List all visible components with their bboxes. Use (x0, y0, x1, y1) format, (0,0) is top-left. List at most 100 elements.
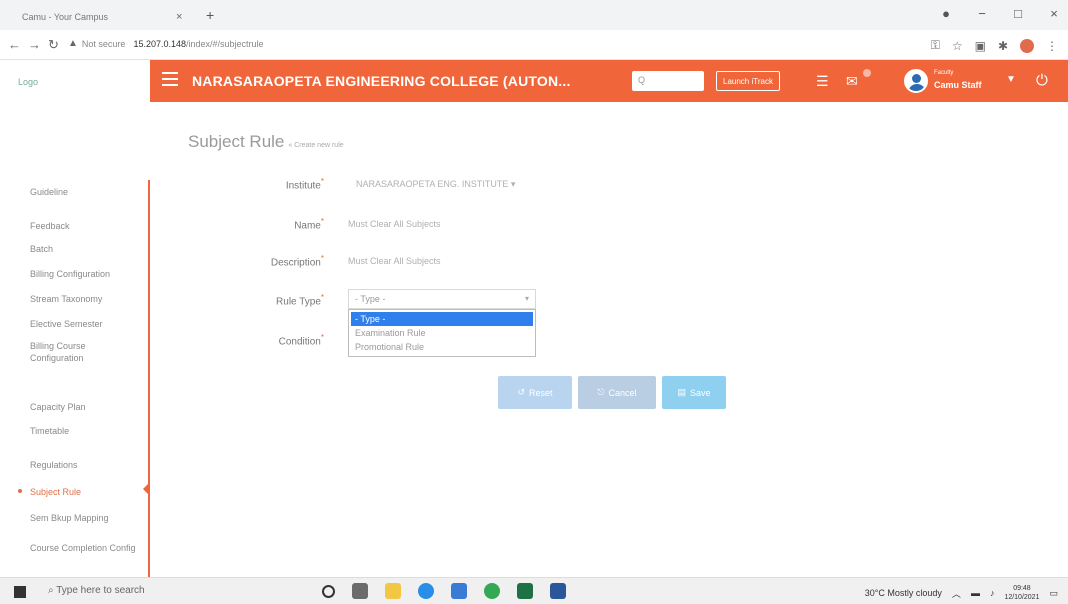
institute-select[interactable]: NARASARAOPETA ENG. INSTITUTE ▾ (356, 179, 515, 190)
minimize-button[interactable]: − (974, 6, 990, 21)
mail-icon[interactable]: ✉ (846, 73, 858, 90)
list-icon[interactable]: ☰ (816, 73, 829, 90)
puzzle-icon[interactable]: ✱ (998, 39, 1008, 53)
clock-date: 12/10/2021 (1004, 594, 1040, 601)
reload-icon[interactable]: ↻ (48, 37, 59, 53)
chevron-down-icon: ▾ (524, 294, 529, 303)
dropdown-option-examination-rule[interactable]: Examination Rule (349, 326, 535, 340)
active-pointer (143, 482, 150, 496)
clock[interactable]: 09:48 12/10/2021 (1004, 584, 1039, 602)
description-label: Description* (204, 254, 324, 268)
reset-button[interactable]: ↺ Reset (498, 376, 572, 409)
excel-icon[interactable] (517, 583, 533, 599)
save-button[interactable]: ▤ Save (662, 376, 726, 409)
sidebar: Guideline Feedback Batch Billing Configu… (0, 102, 150, 577)
sidebar-item-course-completion-config[interactable]: Course Completion Config (30, 542, 140, 554)
volume-icon[interactable]: ♪ (990, 588, 995, 598)
name-label: Name* (204, 217, 324, 231)
page-title: Subject Rule « Create new rule (188, 132, 344, 152)
hamburger-menu-icon[interactable] (162, 72, 178, 86)
extension-icon[interactable]: ▣ (975, 39, 986, 53)
url-path: /index/#/subjectrule (186, 38, 264, 49)
cancel-label: Cancel (608, 387, 637, 398)
chrome-icon[interactable] (484, 583, 500, 599)
avatar[interactable] (904, 69, 928, 93)
description-input[interactable]: Must Clear All Subjects (348, 256, 441, 266)
sidebar-item-sem-bkup-mapping[interactable]: Sem Bkup Mapping (30, 512, 140, 524)
sidebar-item-guideline[interactable]: Guideline (30, 186, 140, 198)
main-content: Subject Rule « Create new rule Institute*… (150, 102, 1068, 577)
edge-icon[interactable] (418, 583, 434, 599)
account-icon[interactable]: ● (938, 6, 954, 21)
browser-tab[interactable]: Camu - Your Campus × (22, 4, 212, 30)
app-header: NARASARAOPETA ENGINEERING COLLEGE (AUTON… (150, 60, 1068, 102)
tab-close-icon[interactable]: × (176, 11, 182, 23)
chevron-up-icon[interactable]: ︿ (952, 587, 961, 600)
sidebar-item-elective-semester[interactable]: Elective Semester (30, 318, 140, 330)
user-name[interactable]: Camu Staff (934, 80, 982, 90)
notification-icon[interactable]: ▭ (1049, 588, 1058, 599)
sidebar-item-feedback[interactable]: Feedback (30, 220, 140, 232)
sidebar-item-billing-course-configuration[interactable]: Billing Course Configuration (30, 340, 140, 364)
description-label-text: Description (270, 257, 321, 269)
cortana-icon[interactable] (322, 585, 335, 598)
name-input[interactable]: Must Clear All Subjects (348, 219, 441, 229)
sidebar-item-billing-configuration[interactable]: Billing Configuration (30, 268, 140, 280)
profile-icon[interactable] (1020, 38, 1034, 53)
maximize-button[interactable]: □ (1010, 6, 1026, 21)
task-view-icon[interactable] (352, 583, 368, 599)
reset-label: Reset (529, 387, 553, 398)
dropdown-option-type[interactable]: - Type - (351, 312, 533, 326)
required-mark: * (320, 217, 324, 226)
active-bullet-icon (18, 489, 22, 493)
power-icon[interactable]: ⏻ (1036, 72, 1048, 89)
rule-type-dropdown: - Type - Examination Rule Promotional Ru… (348, 309, 536, 357)
rule-type-label-text: Rule Type (276, 296, 321, 308)
search-icon: ⌕ (48, 585, 57, 596)
rule-type-select[interactable]: - Type - ▾ (348, 289, 536, 309)
required-mark: * (320, 293, 324, 302)
new-tab-button[interactable]: + (206, 7, 214, 23)
sidebar-item-batch[interactable]: Batch (30, 243, 140, 255)
save-label: Save (690, 387, 711, 398)
key-icon[interactable]: ⚿ (931, 38, 940, 53)
taskbar-apps (322, 583, 566, 599)
required-mark: * (320, 254, 324, 263)
header-search-input[interactable]: Q (632, 71, 704, 91)
warning-icon: ▲ (68, 38, 78, 49)
launch-itrack-button[interactable]: Launch iTrack (716, 71, 780, 91)
back-icon[interactable]: ← (8, 37, 21, 52)
clock-time: 09:48 (1013, 585, 1031, 592)
word-icon[interactable] (550, 583, 566, 599)
file-explorer-icon[interactable] (385, 583, 401, 599)
weather-widget[interactable]: 30°C Mostly cloudy (865, 588, 942, 598)
network-icon[interactable]: ▬ (971, 588, 980, 598)
reset-icon: ↺ (517, 387, 526, 397)
chevron-down-icon[interactable]: ▼ (1006, 74, 1016, 85)
institute-label: Institute* (204, 177, 324, 191)
windows-start-icon[interactable] (14, 586, 26, 598)
browser-toolbar-icons: ⚿ ☆ ▣ ✱ ⋮ (931, 38, 1058, 53)
rule-type-value: - Type - (355, 294, 386, 304)
institute-label-text: Institute (285, 180, 321, 192)
star-icon[interactable]: ☆ (952, 39, 963, 53)
menu-dots-icon[interactable]: ⋮ (1046, 39, 1058, 53)
required-mark: * (320, 177, 324, 186)
store-icon[interactable] (451, 583, 467, 599)
condition-label: Condition* (204, 333, 324, 347)
taskbar-search-input[interactable]: ⌕ Type here to search (48, 585, 145, 596)
forward-icon[interactable]: → (28, 37, 41, 52)
sidebar-item-regulations[interactable]: Regulations (30, 459, 140, 471)
cancel-button[interactable]: ⎋ Cancel (578, 376, 656, 409)
address-bar[interactable]: ▲ Not secure 15.207.0.148/index/#/subjec… (68, 38, 264, 49)
taskbar-search-placeholder: Type here to search (56, 585, 145, 596)
rule-type-label: Rule Type* (204, 293, 324, 307)
sidebar-item-subject-rule[interactable]: Subject Rule (30, 486, 140, 498)
institute-value: NARASARAOPETA ENG. INSTITUTE (356, 179, 509, 189)
sidebar-item-stream-taxonomy[interactable]: Stream Taxonomy (30, 293, 140, 305)
dropdown-option-promotional-rule[interactable]: Promotional Rule (349, 340, 535, 354)
name-label-text: Name (294, 220, 321, 232)
close-window-button[interactable]: × (1046, 6, 1062, 21)
sidebar-item-capacity-plan[interactable]: Capacity Plan (30, 401, 140, 413)
sidebar-item-timetable[interactable]: Timetable (30, 425, 140, 437)
